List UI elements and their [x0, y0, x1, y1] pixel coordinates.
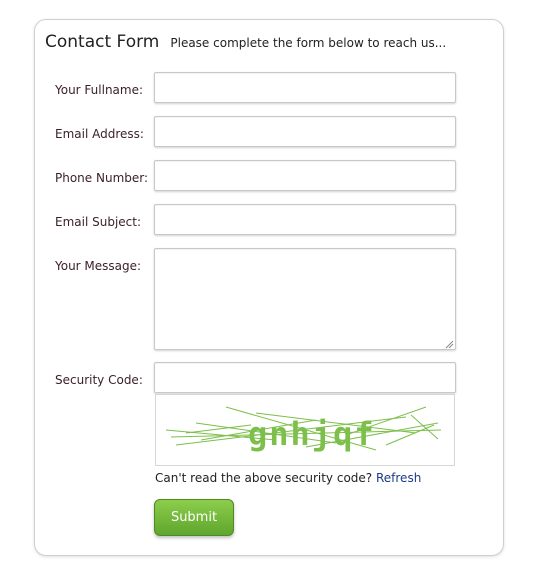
- phone-label: Phone Number:: [55, 171, 149, 185]
- captcha-text: gnhjqf: [248, 415, 376, 453]
- submit-button[interactable]: Submit: [154, 499, 234, 536]
- resize-grip-icon[interactable]: [444, 339, 454, 349]
- phone-input[interactable]: [154, 160, 456, 191]
- subject-input[interactable]: [154, 204, 456, 235]
- captcha-note-text: Can't read the above security code?: [155, 471, 373, 485]
- captcha-note: Can't read the above security code? Refr…: [155, 471, 421, 485]
- email-input[interactable]: [154, 116, 456, 147]
- message-textarea[interactable]: [154, 248, 456, 350]
- fullname-label: Your Fullname:: [55, 83, 144, 97]
- refresh-captcha-link[interactable]: Refresh: [376, 471, 421, 485]
- security-code-input[interactable]: [154, 362, 456, 393]
- form-header: Contact Form Please complete the form be…: [45, 32, 446, 52]
- email-label: Email Address:: [55, 127, 144, 141]
- contact-form-card: Contact Form Please complete the form be…: [34, 19, 504, 556]
- form-subtitle: Please complete the form below to reach …: [170, 36, 447, 50]
- security-code-label: Security Code:: [55, 373, 143, 387]
- subject-label: Email Subject:: [55, 215, 142, 229]
- message-label: Your Message:: [55, 259, 142, 273]
- captcha-noise-graphic: gnhjqf: [165, 406, 442, 453]
- captcha-image: gnhjqf: [155, 394, 455, 466]
- fullname-input[interactable]: [154, 72, 456, 103]
- form-title: Contact Form: [45, 32, 160, 52]
